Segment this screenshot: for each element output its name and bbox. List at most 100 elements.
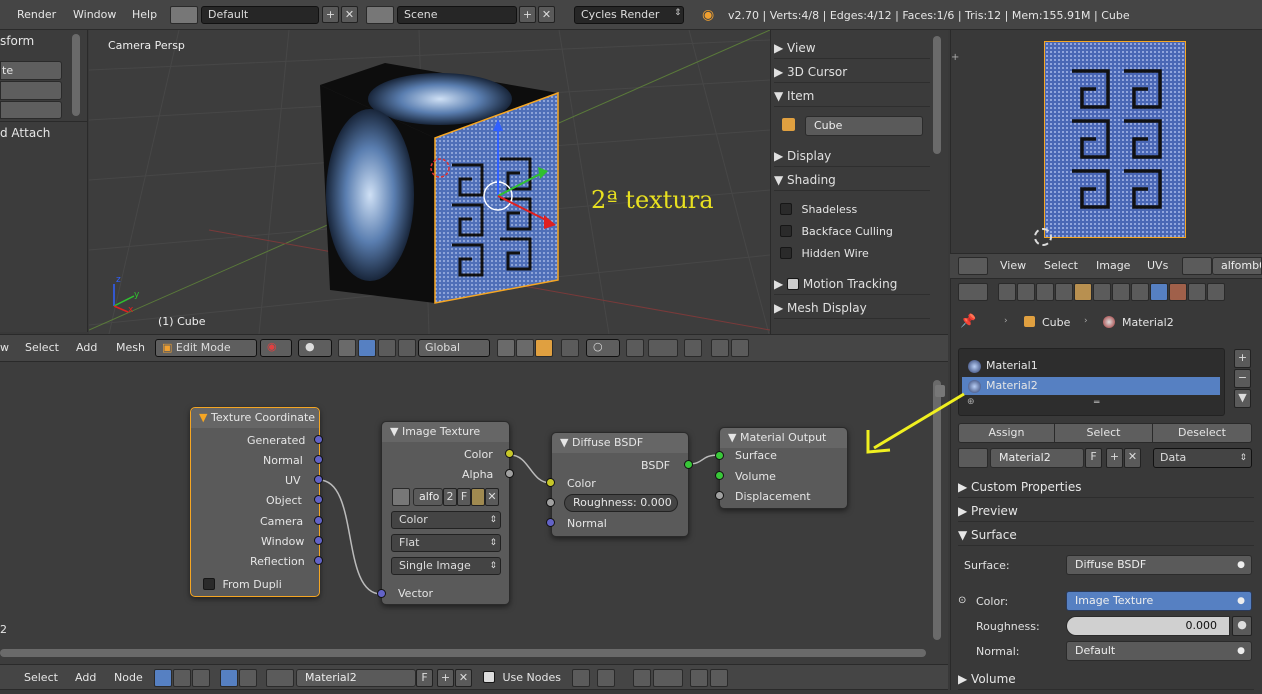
face-select-icon[interactable]	[535, 339, 553, 357]
physics-tab-icon[interactable]	[1207, 283, 1225, 301]
props-editor-type[interactable]	[958, 283, 988, 301]
roughness-link-button[interactable]: ●	[1232, 616, 1252, 636]
shader-tree-icon[interactable]	[154, 669, 172, 687]
uv-menu-select[interactable]: Select	[1044, 252, 1078, 282]
panel-mesh-display[interactable]: ▶ Mesh Display	[774, 297, 930, 319]
socket-diffuse-normal[interactable]	[546, 518, 555, 527]
rotate-icon[interactable]	[378, 339, 396, 357]
uv-area-corner-handle[interactable]: +	[951, 52, 961, 63]
use-nodes-checkbox[interactable]: Use Nodes	[483, 671, 561, 684]
menu-render[interactable]: Render	[17, 0, 56, 30]
node-material-add[interactable]: +	[437, 669, 454, 687]
item-name-field[interactable]: Cube	[805, 116, 923, 136]
image-unlink-icon[interactable]: ✕	[485, 488, 499, 506]
uv-image-browse[interactable]	[1182, 257, 1212, 275]
parent-node-icon[interactable]	[597, 669, 615, 687]
translate-icon[interactable]	[358, 339, 376, 357]
socket-uv[interactable]	[314, 475, 323, 484]
material-slot-1[interactable]: Material1	[962, 357, 1220, 375]
scene-tab-icon[interactable]	[1036, 283, 1054, 301]
node-copy-icon[interactable]	[690, 669, 708, 687]
scale-icon[interactable]	[398, 339, 416, 357]
remove-layout-button[interactable]: ✕	[341, 6, 358, 23]
snap-icon[interactable]	[626, 339, 644, 357]
backface-checkbox[interactable]: Backface Culling	[780, 225, 893, 238]
layout-icon[interactable]	[170, 6, 198, 24]
socket-diffuse-bsdf[interactable]	[684, 460, 693, 469]
assign-button[interactable]: Assign	[958, 423, 1055, 443]
layout-selector[interactable]: Default	[201, 6, 319, 24]
add-slot-button[interactable]: +	[1234, 349, 1251, 368]
image-open-icon[interactable]	[471, 488, 485, 506]
image-users[interactable]: 2	[443, 488, 457, 506]
image-name-field[interactable]: alfo	[413, 488, 443, 506]
node-material-browse[interactable]	[266, 669, 294, 687]
shading-selector[interactable]: ◉	[260, 339, 292, 357]
socket-generated[interactable]	[314, 435, 323, 444]
node-snap-target-icon[interactable]	[653, 669, 683, 687]
volume-panel[interactable]: ▶ Volume	[958, 668, 1254, 690]
panel-shading[interactable]: ▼ Shading	[774, 169, 930, 191]
toolshelf-scrollbar[interactable]	[72, 34, 80, 116]
pivot-selector[interactable]: ●	[298, 339, 332, 357]
cube-object[interactable]	[310, 55, 570, 305]
color-input-field[interactable]: Image Texture ●	[1066, 591, 1252, 611]
slot-list-grip[interactable]: ═	[1094, 398, 1099, 408]
socket-image-alpha[interactable]	[505, 469, 514, 478]
panel-view[interactable]: ▶ View	[774, 37, 930, 59]
world-tab-icon[interactable]	[1055, 283, 1073, 301]
menu-help[interactable]: Help	[132, 0, 157, 30]
tool-button-2[interactable]	[0, 81, 62, 100]
edge-select-icon[interactable]	[516, 339, 534, 357]
pin-context-icon[interactable]: 📌	[960, 314, 976, 329]
source-select[interactable]: Single Image ⇕	[391, 557, 501, 575]
socket-image-vector[interactable]	[377, 589, 386, 598]
color-space-select[interactable]: Color ⇕	[391, 511, 501, 529]
material-unlink-button[interactable]: ✕	[1124, 448, 1141, 468]
preview-panel[interactable]: ▶ Preview	[958, 500, 1254, 522]
slot-specials-button[interactable]: ▼	[1234, 389, 1251, 408]
panel-display[interactable]: ▶ Display	[774, 145, 930, 167]
socket-diffuse-color[interactable]	[546, 478, 555, 487]
material-slot-2[interactable]: Material2	[962, 377, 1220, 395]
panel-item[interactable]: ▼ Item	[774, 85, 930, 107]
diffuse-roughness-field[interactable]: Roughness: 0.000	[564, 494, 678, 512]
layers-tab-icon[interactable]	[1017, 283, 1035, 301]
uv-menu-view[interactable]: View	[1000, 252, 1026, 282]
menu-select[interactable]: Select	[25, 334, 59, 364]
snap-target-icon[interactable]	[648, 339, 678, 357]
deselect-button[interactable]: Deselect	[1152, 423, 1252, 443]
menu-add[interactable]: Add	[76, 334, 97, 364]
uv-image-name[interactable]: alfomb05	[1212, 257, 1262, 275]
particles-tab-icon[interactable]	[1188, 283, 1206, 301]
panel-motion-tracking[interactable]: ▶ Motion Tracking	[774, 273, 930, 295]
object-shader-icon[interactable]	[220, 669, 238, 687]
node-material-fake[interactable]: F	[416, 669, 433, 687]
data-tab-icon[interactable]	[1131, 283, 1149, 301]
remove-scene-button[interactable]: ✕	[538, 6, 555, 23]
select-button[interactable]: Select	[1054, 423, 1153, 443]
uv-menu-image[interactable]: Image	[1096, 252, 1130, 282]
menu-mesh[interactable]: Mesh	[116, 334, 145, 364]
scene-icon[interactable]	[366, 6, 394, 24]
node-paste-icon[interactable]	[710, 669, 728, 687]
socket-diffuse-roughness[interactable]	[546, 498, 555, 507]
material-tab-icon[interactable]	[1150, 283, 1168, 301]
socket-normal[interactable]	[314, 455, 323, 464]
material-fake-user[interactable]: F	[1085, 448, 1102, 468]
socket-output-volume[interactable]	[715, 471, 724, 480]
node-material-unlink[interactable]: ✕	[455, 669, 472, 687]
socket-output-surface[interactable]	[715, 451, 724, 460]
world-shader-icon[interactable]	[239, 669, 257, 687]
editor-type-icon[interactable]	[958, 257, 988, 275]
occlude-icon[interactable]	[561, 339, 579, 357]
node-hscrollbar[interactable]	[0, 649, 926, 657]
menu-window[interactable]: Window	[73, 0, 116, 30]
socket-reflection[interactable]	[314, 556, 323, 565]
render-still-icon[interactable]	[711, 339, 729, 357]
pin-icon[interactable]	[572, 669, 590, 687]
object-tab-icon[interactable]	[1074, 283, 1092, 301]
snap-extra-icon[interactable]	[684, 339, 702, 357]
tool-button-3[interactable]	[0, 101, 62, 119]
texture-tab-icon[interactable]	[1169, 283, 1187, 301]
